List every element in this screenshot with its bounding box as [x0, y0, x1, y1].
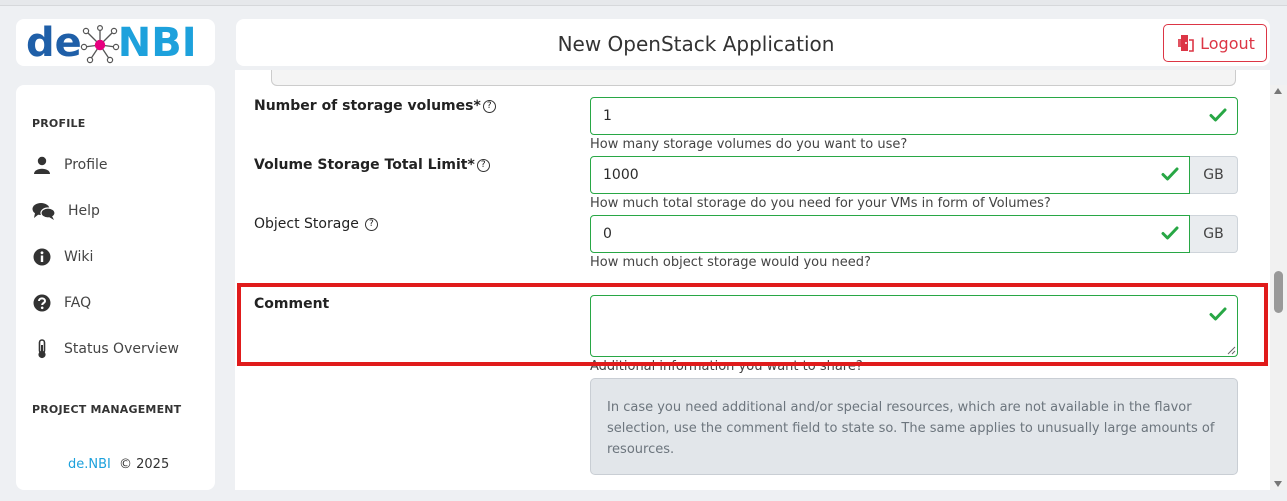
logout-label: Logout [1200, 33, 1255, 53]
volume-limit-unit: GB [1190, 156, 1238, 194]
sidebar-item-label: Wiki [64, 249, 94, 265]
sidebar-item-label: Help [68, 203, 100, 219]
storage-volumes-label: Number of storage volumes* ? [254, 98, 496, 114]
sidebar-item-label: Profile [64, 157, 108, 173]
application-form: Number of storage volumes* ? 1 How many … [235, 70, 1270, 490]
denbi-logo: de NBI [26, 20, 197, 66]
sidebar-item-label: FAQ [64, 295, 92, 311]
thermometer-icon [32, 339, 52, 359]
footer-copyright: © 2025 [119, 457, 170, 472]
window-bottom-border [0, 490, 1287, 501]
question-circle-icon[interactable]: ? [476, 158, 490, 172]
footer-brand-link[interactable]: de.NBI [68, 457, 111, 472]
sidebar-item-wiki[interactable]: Wiki [32, 247, 93, 267]
window-top-border [0, 0, 1287, 6]
comments-icon [32, 201, 56, 221]
sidebar-footer: de.NBI © 2025 [68, 457, 169, 472]
object-storage-input[interactable]: 0 [590, 215, 1190, 253]
previous-field-edge [271, 70, 1236, 86]
info-circle-icon [32, 247, 52, 267]
question-circle-icon[interactable]: ? [364, 217, 378, 231]
sidebar-item-status-overview[interactable]: Status Overview [32, 339, 179, 359]
storage-volumes-input[interactable]: 1 [590, 97, 1238, 135]
sidebar-section-project-management: PROJECT MANAGEMENT [32, 403, 182, 416]
check-icon [1161, 167, 1179, 181]
object-storage-help: How much object storage would you need? [590, 255, 871, 270]
comment-textarea[interactable] [590, 295, 1238, 357]
storage-volumes-help: How many storage volumes do you want to … [590, 137, 908, 152]
sidebar-item-faq[interactable]: FAQ [32, 293, 91, 313]
volume-limit-label: Volume Storage Total Limit* ? [254, 157, 490, 173]
object-storage-unit: GB [1190, 215, 1238, 253]
sidebar-item-help[interactable]: Help [32, 201, 100, 221]
logo-card[interactable]: de NBI [16, 19, 215, 66]
volume-limit-input[interactable]: 1000 [590, 156, 1190, 194]
scroll-up-arrow-icon[interactable] [1274, 88, 1282, 94]
resize-handle-icon[interactable] [1227, 346, 1236, 355]
check-icon [1209, 108, 1227, 122]
page-scrollbar[interactable] [1270, 85, 1287, 490]
sidebar-section-profile: PROFILE [32, 117, 86, 130]
comment-label: Comment [254, 296, 330, 312]
door-exit-icon [1178, 35, 1194, 52]
sidebar-item-label: Status Overview [64, 341, 179, 357]
scrollbar-thumb[interactable] [1274, 271, 1283, 313]
check-icon [1209, 307, 1227, 321]
network-node-icon [80, 25, 119, 64]
logout-button[interactable]: Logout [1163, 24, 1267, 62]
user-icon [32, 155, 52, 175]
question-circle-icon[interactable]: ? [482, 99, 496, 113]
info-alert: In case you need additional and/or speci… [590, 378, 1238, 475]
question-circle-icon [32, 293, 52, 313]
scroll-down-arrow-icon[interactable] [1274, 481, 1282, 487]
comment-help: Additional information you want to share… [590, 359, 863, 374]
check-icon [1161, 226, 1179, 240]
object-storage-label: Object Storage ? [254, 216, 378, 232]
sidebar-item-profile[interactable]: Profile [32, 155, 108, 175]
header-bar: New OpenStack Application Logout [236, 19, 1270, 66]
page-title: New OpenStack Application [557, 32, 835, 56]
sidebar: PROFILE Profile Help Wiki FAQ Status Ove… [16, 85, 215, 490]
volume-limit-help: How much total storage do you need for y… [590, 196, 1051, 211]
